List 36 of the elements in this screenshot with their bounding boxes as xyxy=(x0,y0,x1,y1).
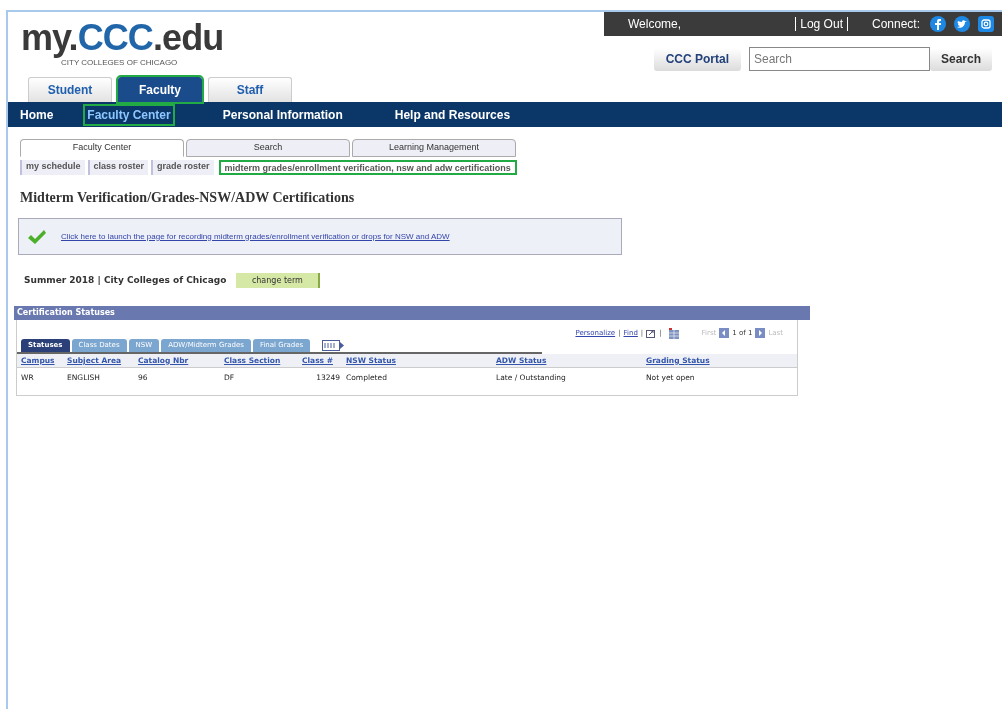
page-tab[interactable]: Search xyxy=(186,139,350,157)
logout-link[interactable]: Log Out xyxy=(795,17,848,31)
role-tab[interactable]: Faculty xyxy=(118,77,202,102)
nav-link[interactable]: Faculty Center xyxy=(85,105,173,124)
spreadsheet-icon[interactable] xyxy=(668,327,679,339)
next-icon[interactable] xyxy=(755,328,766,338)
search-field[interactable]: Search xyxy=(749,47,930,71)
term-label: Summer 2018 | City Colleges of Chicago xyxy=(24,273,227,287)
previous-icon[interactable] xyxy=(719,328,730,338)
logo-text: my.CCC.edu xyxy=(21,18,224,58)
nav-link[interactable]: Personal Information xyxy=(220,105,345,124)
role-tab[interactable]: Staff xyxy=(208,77,292,102)
launch-link[interactable]: Click here to launch the page for recording midterm grades/enrollment verification or drops for NSW and ADW xyxy=(61,230,450,243)
page-tab[interactable]: Faculty Center xyxy=(20,139,184,157)
sub-link[interactable]: my schedule xyxy=(20,160,85,175)
show-all-columns-icon[interactable] xyxy=(322,340,345,351)
nav-link[interactable]: Help and Resources xyxy=(392,105,513,124)
sub-link[interactable]: grade roster xyxy=(151,160,214,175)
change-term-button[interactable]: change term xyxy=(236,273,321,288)
sub-link[interactable]: midterm grades/enrollment verification, nsw and adw certifications xyxy=(218,160,517,175)
zoom-icon[interactable] xyxy=(646,328,657,338)
search-button[interactable]: Search xyxy=(930,47,992,71)
page-tab[interactable]: Learning Management xyxy=(352,139,516,157)
logo-subtitle: CITY COLLEGES OF CHICAGO xyxy=(61,58,178,67)
connect-label: Connect: xyxy=(871,16,920,33)
grid-title-bar: Certification Statuses xyxy=(14,306,810,320)
twitter-icon[interactable] xyxy=(954,16,970,32)
facebook-icon[interactable] xyxy=(930,16,946,32)
checkmark-icon xyxy=(27,228,47,245)
portal-button[interactable]: CCC Portal xyxy=(653,47,741,71)
sub-link[interactable]: class roster xyxy=(87,160,149,175)
welcome-text: Welcome, xyxy=(628,16,682,33)
instagram-icon[interactable] xyxy=(978,16,994,32)
nav-link[interactable]: Home xyxy=(18,105,56,124)
page-heading: Midterm Verification/Grades-NSW/ADW Certifications xyxy=(20,189,356,207)
role-tab[interactable]: Student xyxy=(28,77,112,102)
